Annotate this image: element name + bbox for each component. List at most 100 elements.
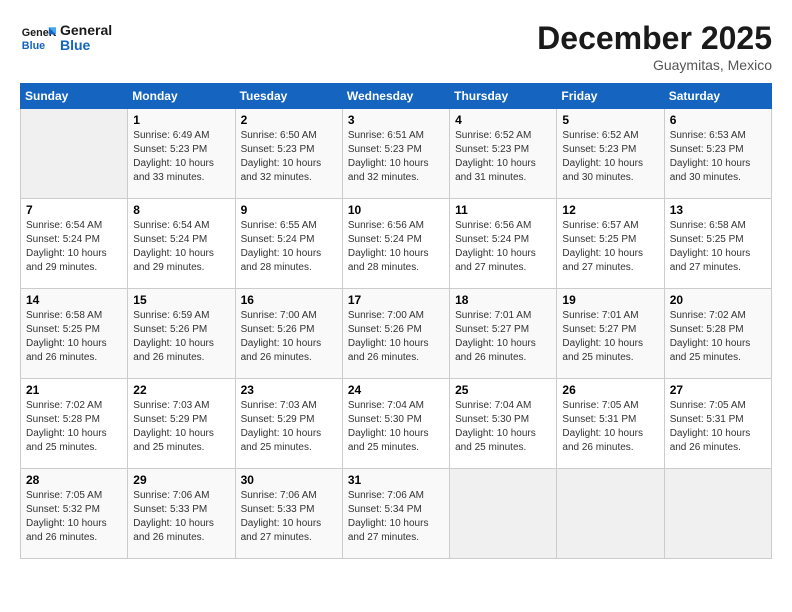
day-info: Sunrise: 7:03 AMSunset: 5:29 PMDaylight:…	[133, 399, 229, 455]
calendar-day-cell	[664, 469, 771, 559]
day-info: Sunrise: 6:52 AMSunset: 5:23 PMDaylight:…	[455, 129, 551, 185]
day-number: 15	[133, 293, 229, 307]
calendar-day-cell: 4 Sunrise: 6:52 AMSunset: 5:23 PMDayligh…	[450, 109, 557, 199]
day-number: 27	[670, 383, 766, 397]
day-number: 5	[562, 113, 658, 127]
day-number: 31	[348, 473, 444, 487]
month-title: December 2025	[537, 20, 772, 57]
logo-icon: General Blue	[20, 20, 56, 56]
day-info: Sunrise: 7:03 AMSunset: 5:29 PMDaylight:…	[241, 399, 337, 455]
day-number: 3	[348, 113, 444, 127]
calendar-day-cell: 31 Sunrise: 7:06 AMSunset: 5:34 PMDaylig…	[342, 469, 449, 559]
day-number: 18	[455, 293, 551, 307]
day-number: 24	[348, 383, 444, 397]
calendar-day-cell	[450, 469, 557, 559]
weekday-header: Tuesday	[235, 84, 342, 109]
day-info: Sunrise: 6:54 AMSunset: 5:24 PMDaylight:…	[26, 219, 122, 275]
day-number: 1	[133, 113, 229, 127]
calendar-day-cell: 12 Sunrise: 6:57 AMSunset: 5:25 PMDaylig…	[557, 199, 664, 289]
day-info: Sunrise: 7:02 AMSunset: 5:28 PMDaylight:…	[670, 309, 766, 365]
calendar-day-cell: 11 Sunrise: 6:56 AMSunset: 5:24 PMDaylig…	[450, 199, 557, 289]
svg-text:Blue: Blue	[22, 40, 45, 52]
calendar-day-cell: 28 Sunrise: 7:05 AMSunset: 5:32 PMDaylig…	[21, 469, 128, 559]
day-number: 2	[241, 113, 337, 127]
weekday-header-row: SundayMondayTuesdayWednesdayThursdayFrid…	[21, 84, 772, 109]
day-number: 29	[133, 473, 229, 487]
day-number: 7	[26, 203, 122, 217]
day-number: 19	[562, 293, 658, 307]
calendar-day-cell: 29 Sunrise: 7:06 AMSunset: 5:33 PMDaylig…	[128, 469, 235, 559]
calendar-day-cell	[557, 469, 664, 559]
calendar-week-row: 7 Sunrise: 6:54 AMSunset: 5:24 PMDayligh…	[21, 199, 772, 289]
day-number: 23	[241, 383, 337, 397]
day-info: Sunrise: 7:01 AMSunset: 5:27 PMDaylight:…	[562, 309, 658, 365]
weekday-header: Saturday	[664, 84, 771, 109]
calendar-day-cell: 22 Sunrise: 7:03 AMSunset: 5:29 PMDaylig…	[128, 379, 235, 469]
day-number: 30	[241, 473, 337, 487]
day-info: Sunrise: 6:55 AMSunset: 5:24 PMDaylight:…	[241, 219, 337, 275]
weekday-header: Thursday	[450, 84, 557, 109]
day-info: Sunrise: 7:05 AMSunset: 5:31 PMDaylight:…	[562, 399, 658, 455]
day-info: Sunrise: 6:59 AMSunset: 5:26 PMDaylight:…	[133, 309, 229, 365]
day-info: Sunrise: 7:06 AMSunset: 5:33 PMDaylight:…	[133, 489, 229, 545]
day-number: 17	[348, 293, 444, 307]
calendar-week-row: 21 Sunrise: 7:02 AMSunset: 5:28 PMDaylig…	[21, 379, 772, 469]
weekday-header: Monday	[128, 84, 235, 109]
calendar-day-cell: 25 Sunrise: 7:04 AMSunset: 5:30 PMDaylig…	[450, 379, 557, 469]
day-number: 28	[26, 473, 122, 487]
calendar-day-cell: 18 Sunrise: 7:01 AMSunset: 5:27 PMDaylig…	[450, 289, 557, 379]
calendar-day-cell: 14 Sunrise: 6:58 AMSunset: 5:25 PMDaylig…	[21, 289, 128, 379]
day-info: Sunrise: 7:05 AMSunset: 5:31 PMDaylight:…	[670, 399, 766, 455]
day-number: 22	[133, 383, 229, 397]
day-info: Sunrise: 6:57 AMSunset: 5:25 PMDaylight:…	[562, 219, 658, 275]
calendar-week-row: 14 Sunrise: 6:58 AMSunset: 5:25 PMDaylig…	[21, 289, 772, 379]
day-number: 21	[26, 383, 122, 397]
day-number: 20	[670, 293, 766, 307]
logo-line1: General	[60, 23, 112, 38]
day-info: Sunrise: 6:54 AMSunset: 5:24 PMDaylight:…	[133, 219, 229, 275]
calendar-day-cell: 6 Sunrise: 6:53 AMSunset: 5:23 PMDayligh…	[664, 109, 771, 199]
day-info: Sunrise: 6:52 AMSunset: 5:23 PMDaylight:…	[562, 129, 658, 185]
logo-line2: Blue	[60, 38, 112, 53]
calendar-day-cell: 30 Sunrise: 7:06 AMSunset: 5:33 PMDaylig…	[235, 469, 342, 559]
day-info: Sunrise: 7:04 AMSunset: 5:30 PMDaylight:…	[455, 399, 551, 455]
day-info: Sunrise: 6:56 AMSunset: 5:24 PMDaylight:…	[348, 219, 444, 275]
calendar-day-cell: 2 Sunrise: 6:50 AMSunset: 5:23 PMDayligh…	[235, 109, 342, 199]
calendar-day-cell: 24 Sunrise: 7:04 AMSunset: 5:30 PMDaylig…	[342, 379, 449, 469]
day-info: Sunrise: 7:02 AMSunset: 5:28 PMDaylight:…	[26, 399, 122, 455]
day-info: Sunrise: 7:06 AMSunset: 5:34 PMDaylight:…	[348, 489, 444, 545]
calendar-day-cell: 23 Sunrise: 7:03 AMSunset: 5:29 PMDaylig…	[235, 379, 342, 469]
calendar-day-cell: 27 Sunrise: 7:05 AMSunset: 5:31 PMDaylig…	[664, 379, 771, 469]
calendar-day-cell: 9 Sunrise: 6:55 AMSunset: 5:24 PMDayligh…	[235, 199, 342, 289]
calendar-day-cell: 16 Sunrise: 7:00 AMSunset: 5:26 PMDaylig…	[235, 289, 342, 379]
day-info: Sunrise: 7:00 AMSunset: 5:26 PMDaylight:…	[241, 309, 337, 365]
calendar-week-row: 1 Sunrise: 6:49 AMSunset: 5:23 PMDayligh…	[21, 109, 772, 199]
title-block: December 2025 Guaymitas, Mexico	[537, 20, 772, 73]
day-number: 9	[241, 203, 337, 217]
weekday-header: Sunday	[21, 84, 128, 109]
calendar-day-cell: 13 Sunrise: 6:58 AMSunset: 5:25 PMDaylig…	[664, 199, 771, 289]
calendar-day-cell: 3 Sunrise: 6:51 AMSunset: 5:23 PMDayligh…	[342, 109, 449, 199]
day-info: Sunrise: 7:05 AMSunset: 5:32 PMDaylight:…	[26, 489, 122, 545]
day-number: 13	[670, 203, 766, 217]
calendar-day-cell: 17 Sunrise: 7:00 AMSunset: 5:26 PMDaylig…	[342, 289, 449, 379]
day-info: Sunrise: 6:49 AMSunset: 5:23 PMDaylight:…	[133, 129, 229, 185]
day-info: Sunrise: 6:58 AMSunset: 5:25 PMDaylight:…	[670, 219, 766, 275]
day-info: Sunrise: 7:00 AMSunset: 5:26 PMDaylight:…	[348, 309, 444, 365]
weekday-header: Wednesday	[342, 84, 449, 109]
calendar-day-cell: 26 Sunrise: 7:05 AMSunset: 5:31 PMDaylig…	[557, 379, 664, 469]
day-number: 26	[562, 383, 658, 397]
calendar-day-cell: 7 Sunrise: 6:54 AMSunset: 5:24 PMDayligh…	[21, 199, 128, 289]
day-info: Sunrise: 7:06 AMSunset: 5:33 PMDaylight:…	[241, 489, 337, 545]
day-info: Sunrise: 6:58 AMSunset: 5:25 PMDaylight:…	[26, 309, 122, 365]
day-number: 12	[562, 203, 658, 217]
logo: General Blue General Blue	[20, 20, 112, 56]
day-number: 8	[133, 203, 229, 217]
calendar-day-cell: 20 Sunrise: 7:02 AMSunset: 5:28 PMDaylig…	[664, 289, 771, 379]
calendar-day-cell: 8 Sunrise: 6:54 AMSunset: 5:24 PMDayligh…	[128, 199, 235, 289]
calendar-day-cell	[21, 109, 128, 199]
day-number: 11	[455, 203, 551, 217]
day-info: Sunrise: 7:01 AMSunset: 5:27 PMDaylight:…	[455, 309, 551, 365]
day-info: Sunrise: 6:50 AMSunset: 5:23 PMDaylight:…	[241, 129, 337, 185]
day-info: Sunrise: 6:56 AMSunset: 5:24 PMDaylight:…	[455, 219, 551, 275]
